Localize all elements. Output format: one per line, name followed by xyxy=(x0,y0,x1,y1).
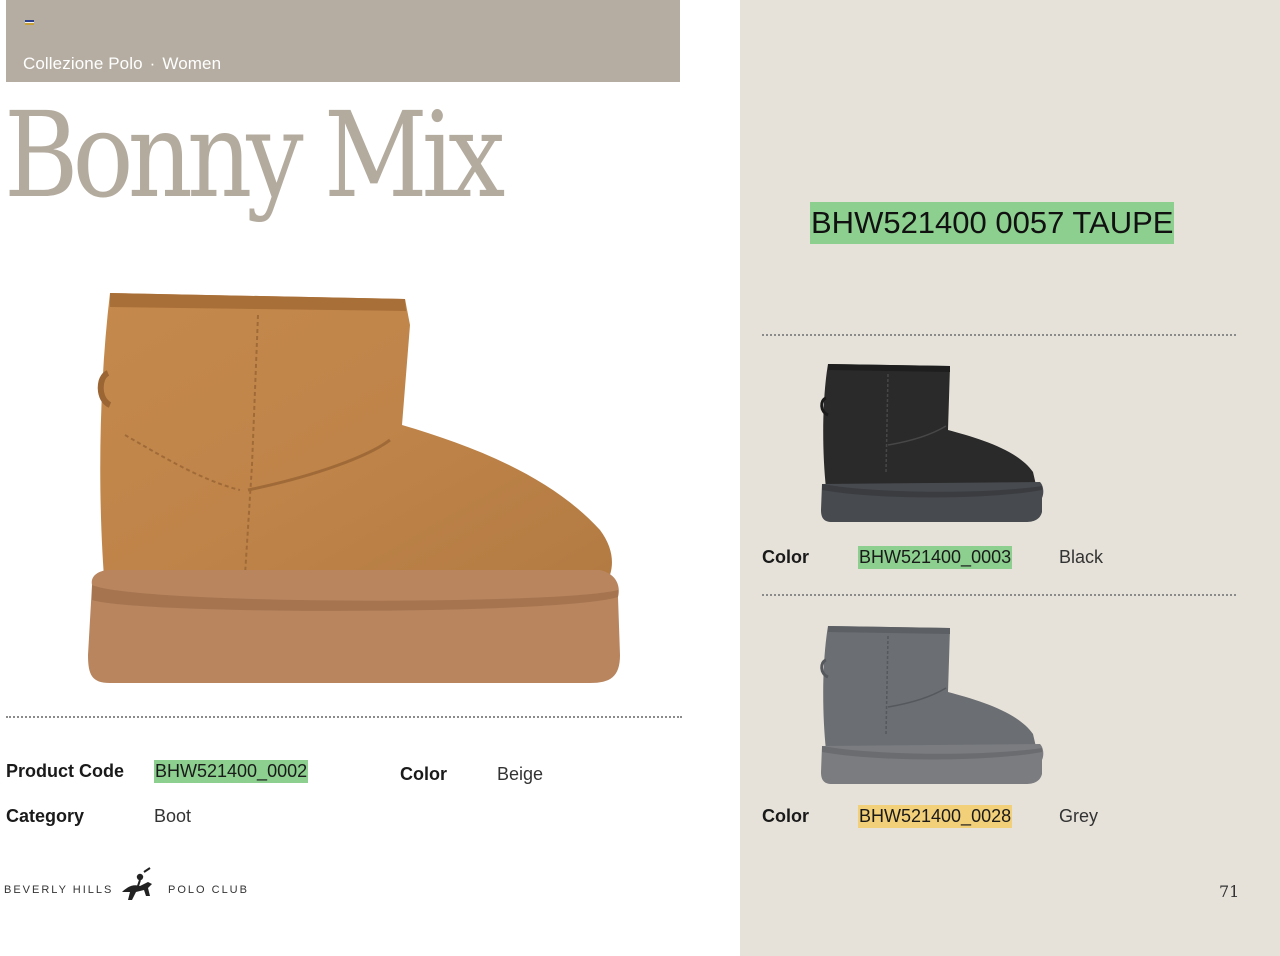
panel-divider-2 xyxy=(762,594,1236,596)
breadcrumb-collection[interactable]: Collezione Polo xyxy=(23,54,143,73)
variant-2-color-value: Grey xyxy=(1059,806,1099,826)
catalog-page-left: Collezione Polo · Women Bonny Mix Product … xyxy=(0,0,740,956)
color-label: Color xyxy=(400,764,447,784)
variant-2-color-label: Color xyxy=(762,806,809,826)
boot-grey-icon xyxy=(820,626,1044,784)
panel-divider-1 xyxy=(762,334,1236,336)
variant-1-code: BHW521400_0003 xyxy=(858,546,1013,569)
page-number: 71 xyxy=(1219,882,1240,901)
color-value: Beige xyxy=(497,764,544,784)
breadcrumb-separator: · xyxy=(149,54,156,73)
brand-name-right: POLO CLUB xyxy=(168,884,249,896)
category-value: Boot xyxy=(154,806,192,826)
polo-player-logo-icon xyxy=(122,867,152,900)
variant-1-color-label: Color xyxy=(762,547,809,567)
breadcrumb-women[interactable]: Women xyxy=(162,54,221,73)
boot-beige-icon xyxy=(88,293,620,697)
brand-name-left: BEVERLY HILLS xyxy=(4,884,114,896)
breadcrumb: Collezione Polo · Women xyxy=(23,54,221,74)
boot-black-icon xyxy=(820,364,1044,522)
variant-2-code: BHW521400_0028 xyxy=(858,805,1013,828)
flag-icon xyxy=(25,20,34,25)
variant-1-color-value: Black xyxy=(1059,547,1104,567)
product-code-label: Product Code xyxy=(6,761,125,781)
product-code-value: BHW521400_0002 xyxy=(154,760,309,783)
page-title: Bonny Mix xyxy=(4,86,505,224)
category-label: Category xyxy=(6,806,85,826)
header-band: Collezione Polo · Women xyxy=(6,0,680,82)
divider xyxy=(6,716,682,718)
highlight-code: BHW521400 0057 TAUPE xyxy=(810,202,1175,244)
